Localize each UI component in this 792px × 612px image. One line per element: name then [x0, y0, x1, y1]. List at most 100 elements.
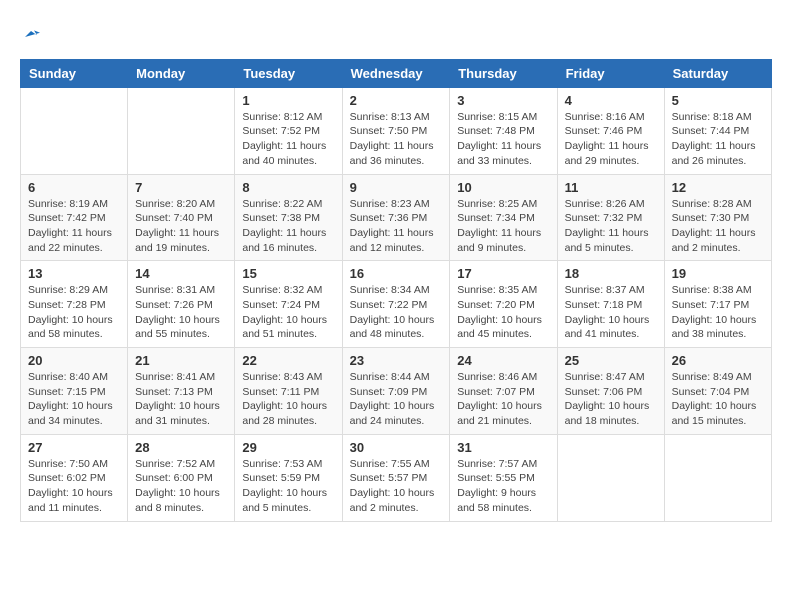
day-number: 23 [350, 353, 443, 368]
day-info: Sunrise: 8:47 AMSunset: 7:06 PMDaylight:… [565, 370, 657, 429]
calendar-cell: 16 Sunrise: 8:34 AMSunset: 7:22 PMDayligh… [342, 261, 450, 348]
day-number: 31 [457, 440, 549, 455]
day-number: 25 [565, 353, 657, 368]
calendar-week-row: 1Sunrise: 8:12 AMSunset: 7:52 PMDaylight… [21, 87, 772, 174]
calendar-cell: 7 Sunrise: 8:20 AMSunset: 7:40 PMDaylight… [128, 174, 235, 261]
day-number: 1 [242, 93, 334, 108]
calendar-cell: 21 Sunrise: 8:41 AMSunset: 7:13 PMDayligh… [128, 348, 235, 435]
calendar-cell: 14 Sunrise: 8:31 AMSunset: 7:26 PMDayligh… [128, 261, 235, 348]
calendar-cell [664, 434, 771, 521]
weekday-header-friday: Friday [557, 59, 664, 87]
calendar-cell: 30 Sunrise: 7:55 AMSunset: 5:57 PMDayligh… [342, 434, 450, 521]
day-info: Sunrise: 8:15 AMSunset: 7:48 PMDaylight:… [457, 110, 549, 169]
day-info: Sunrise: 8:37 AMSunset: 7:18 PMDaylight:… [565, 283, 657, 342]
weekday-header-wednesday: Wednesday [342, 59, 450, 87]
day-info: Sunrise: 8:43 AMSunset: 7:11 PMDaylight:… [242, 370, 334, 429]
calendar-cell: 4 Sunrise: 8:16 AMSunset: 7:46 PMDaylight… [557, 87, 664, 174]
page-header [20, 20, 772, 43]
calendar-cell: 5 Sunrise: 8:18 AMSunset: 7:44 PMDaylight… [664, 87, 771, 174]
day-info: Sunrise: 8:28 AMSunset: 7:30 PMDaylight:… [672, 197, 764, 256]
day-info: Sunrise: 8:19 AMSunset: 7:42 PMDaylight:… [28, 197, 120, 256]
weekday-header-monday: Monday [128, 59, 235, 87]
calendar-cell: 31 Sunrise: 7:57 AMSunset: 5:55 PMDayligh… [450, 434, 557, 521]
day-info: Sunrise: 7:57 AMSunset: 5:55 PMDaylight:… [457, 457, 549, 516]
day-number: 16 [350, 266, 443, 281]
calendar-cell: 3 Sunrise: 8:15 AMSunset: 7:48 PMDaylight… [450, 87, 557, 174]
day-info: Sunrise: 8:23 AMSunset: 7:36 PMDaylight:… [350, 197, 443, 256]
day-info: Sunrise: 8:20 AMSunset: 7:40 PMDaylight:… [135, 197, 227, 256]
day-info: Sunrise: 7:50 AMSunset: 6:02 PMDaylight:… [28, 457, 120, 516]
calendar-cell: 1Sunrise: 8:12 AMSunset: 7:52 PMDaylight… [235, 87, 342, 174]
calendar-cell: 19Sunrise: 8:38 AMSunset: 7:17 PMDayligh… [664, 261, 771, 348]
logo-bird-icon [22, 25, 40, 43]
calendar-week-row: 20 Sunrise: 8:40 AMSunset: 7:15 PMDayligh… [21, 348, 772, 435]
day-number: 5 [672, 93, 764, 108]
day-number: 24 [457, 353, 549, 368]
day-number: 29 [242, 440, 334, 455]
day-info: Sunrise: 8:22 AMSunset: 7:38 PMDaylight:… [242, 197, 334, 256]
weekday-header-tuesday: Tuesday [235, 59, 342, 87]
day-number: 12 [672, 180, 764, 195]
calendar-cell: 2 Sunrise: 8:13 AMSunset: 7:50 PMDaylight… [342, 87, 450, 174]
calendar-cell: 13 Sunrise: 8:29 AMSunset: 7:28 PMDayligh… [21, 261, 128, 348]
calendar-cell: 18 Sunrise: 8:37 AMSunset: 7:18 PMDayligh… [557, 261, 664, 348]
calendar-cell: 8 Sunrise: 8:22 AMSunset: 7:38 PMDaylight… [235, 174, 342, 261]
calendar-cell: 22Sunrise: 8:43 AMSunset: 7:11 PMDayligh… [235, 348, 342, 435]
day-info: Sunrise: 7:55 AMSunset: 5:57 PMDaylight:… [350, 457, 443, 516]
calendar-table: SundayMondayTuesdayWednesdayThursdayFrid… [20, 59, 772, 522]
day-info: Sunrise: 8:29 AMSunset: 7:28 PMDaylight:… [28, 283, 120, 342]
day-info: Sunrise: 8:13 AMSunset: 7:50 PMDaylight:… [350, 110, 443, 169]
day-info: Sunrise: 8:31 AMSunset: 7:26 PMDaylight:… [135, 283, 227, 342]
day-info: Sunrise: 8:40 AMSunset: 7:15 PMDaylight:… [28, 370, 120, 429]
day-info: Sunrise: 8:49 AMSunset: 7:04 PMDaylight:… [672, 370, 764, 429]
calendar-cell: 10 Sunrise: 8:25 AMSunset: 7:34 PMDayligh… [450, 174, 557, 261]
day-number: 15 [242, 266, 334, 281]
calendar-cell: 28Sunrise: 7:52 AMSunset: 6:00 PMDayligh… [128, 434, 235, 521]
calendar-week-row: 27Sunrise: 7:50 AMSunset: 6:02 PMDayligh… [21, 434, 772, 521]
day-info: Sunrise: 8:41 AMSunset: 7:13 PMDaylight:… [135, 370, 227, 429]
day-info: Sunrise: 8:34 AMSunset: 7:22 PMDaylight:… [350, 283, 443, 342]
calendar-cell: 9Sunrise: 8:23 AMSunset: 7:36 PMDaylight… [342, 174, 450, 261]
calendar-cell: 23 Sunrise: 8:44 AMSunset: 7:09 PMDayligh… [342, 348, 450, 435]
day-number: 20 [28, 353, 120, 368]
day-number: 14 [135, 266, 227, 281]
calendar-cell [128, 87, 235, 174]
day-info: Sunrise: 8:44 AMSunset: 7:09 PMDaylight:… [350, 370, 443, 429]
day-number: 8 [242, 180, 334, 195]
day-info: Sunrise: 8:32 AMSunset: 7:24 PMDaylight:… [242, 283, 334, 342]
calendar-cell [21, 87, 128, 174]
day-number: 11 [565, 180, 657, 195]
calendar-week-row: 13 Sunrise: 8:29 AMSunset: 7:28 PMDayligh… [21, 261, 772, 348]
calendar-week-row: 6 Sunrise: 8:19 AMSunset: 7:42 PMDaylight… [21, 174, 772, 261]
day-number: 30 [350, 440, 443, 455]
day-info: Sunrise: 8:25 AMSunset: 7:34 PMDaylight:… [457, 197, 549, 256]
day-number: 3 [457, 93, 549, 108]
day-number: 28 [135, 440, 227, 455]
weekday-header-row: SundayMondayTuesdayWednesdayThursdayFrid… [21, 59, 772, 87]
day-info: Sunrise: 7:53 AMSunset: 5:59 PMDaylight:… [242, 457, 334, 516]
day-number: 6 [28, 180, 120, 195]
calendar-cell: 11Sunrise: 8:26 AMSunset: 7:32 PMDayligh… [557, 174, 664, 261]
day-number: 21 [135, 353, 227, 368]
day-number: 2 [350, 93, 443, 108]
day-number: 7 [135, 180, 227, 195]
day-number: 13 [28, 266, 120, 281]
calendar-cell: 17 Sunrise: 8:35 AMSunset: 7:20 PMDayligh… [450, 261, 557, 348]
logo [20, 20, 40, 43]
weekday-header-saturday: Saturday [664, 59, 771, 87]
weekday-header-thursday: Thursday [450, 59, 557, 87]
day-number: 4 [565, 93, 657, 108]
day-number: 18 [565, 266, 657, 281]
day-info: Sunrise: 8:16 AMSunset: 7:46 PMDaylight:… [565, 110, 657, 169]
day-number: 17 [457, 266, 549, 281]
day-info: Sunrise: 8:18 AMSunset: 7:44 PMDaylight:… [672, 110, 764, 169]
calendar-cell: 12 Sunrise: 8:28 AMSunset: 7:30 PMDayligh… [664, 174, 771, 261]
calendar-cell: 15 Sunrise: 8:32 AMSunset: 7:24 PMDayligh… [235, 261, 342, 348]
day-info: Sunrise: 8:38 AMSunset: 7:17 PMDaylight:… [672, 283, 764, 342]
day-info: Sunrise: 8:35 AMSunset: 7:20 PMDaylight:… [457, 283, 549, 342]
day-number: 26 [672, 353, 764, 368]
calendar-cell: 26 Sunrise: 8:49 AMSunset: 7:04 PMDayligh… [664, 348, 771, 435]
day-number: 10 [457, 180, 549, 195]
calendar-cell: 27Sunrise: 7:50 AMSunset: 6:02 PMDayligh… [21, 434, 128, 521]
calendar-cell [557, 434, 664, 521]
